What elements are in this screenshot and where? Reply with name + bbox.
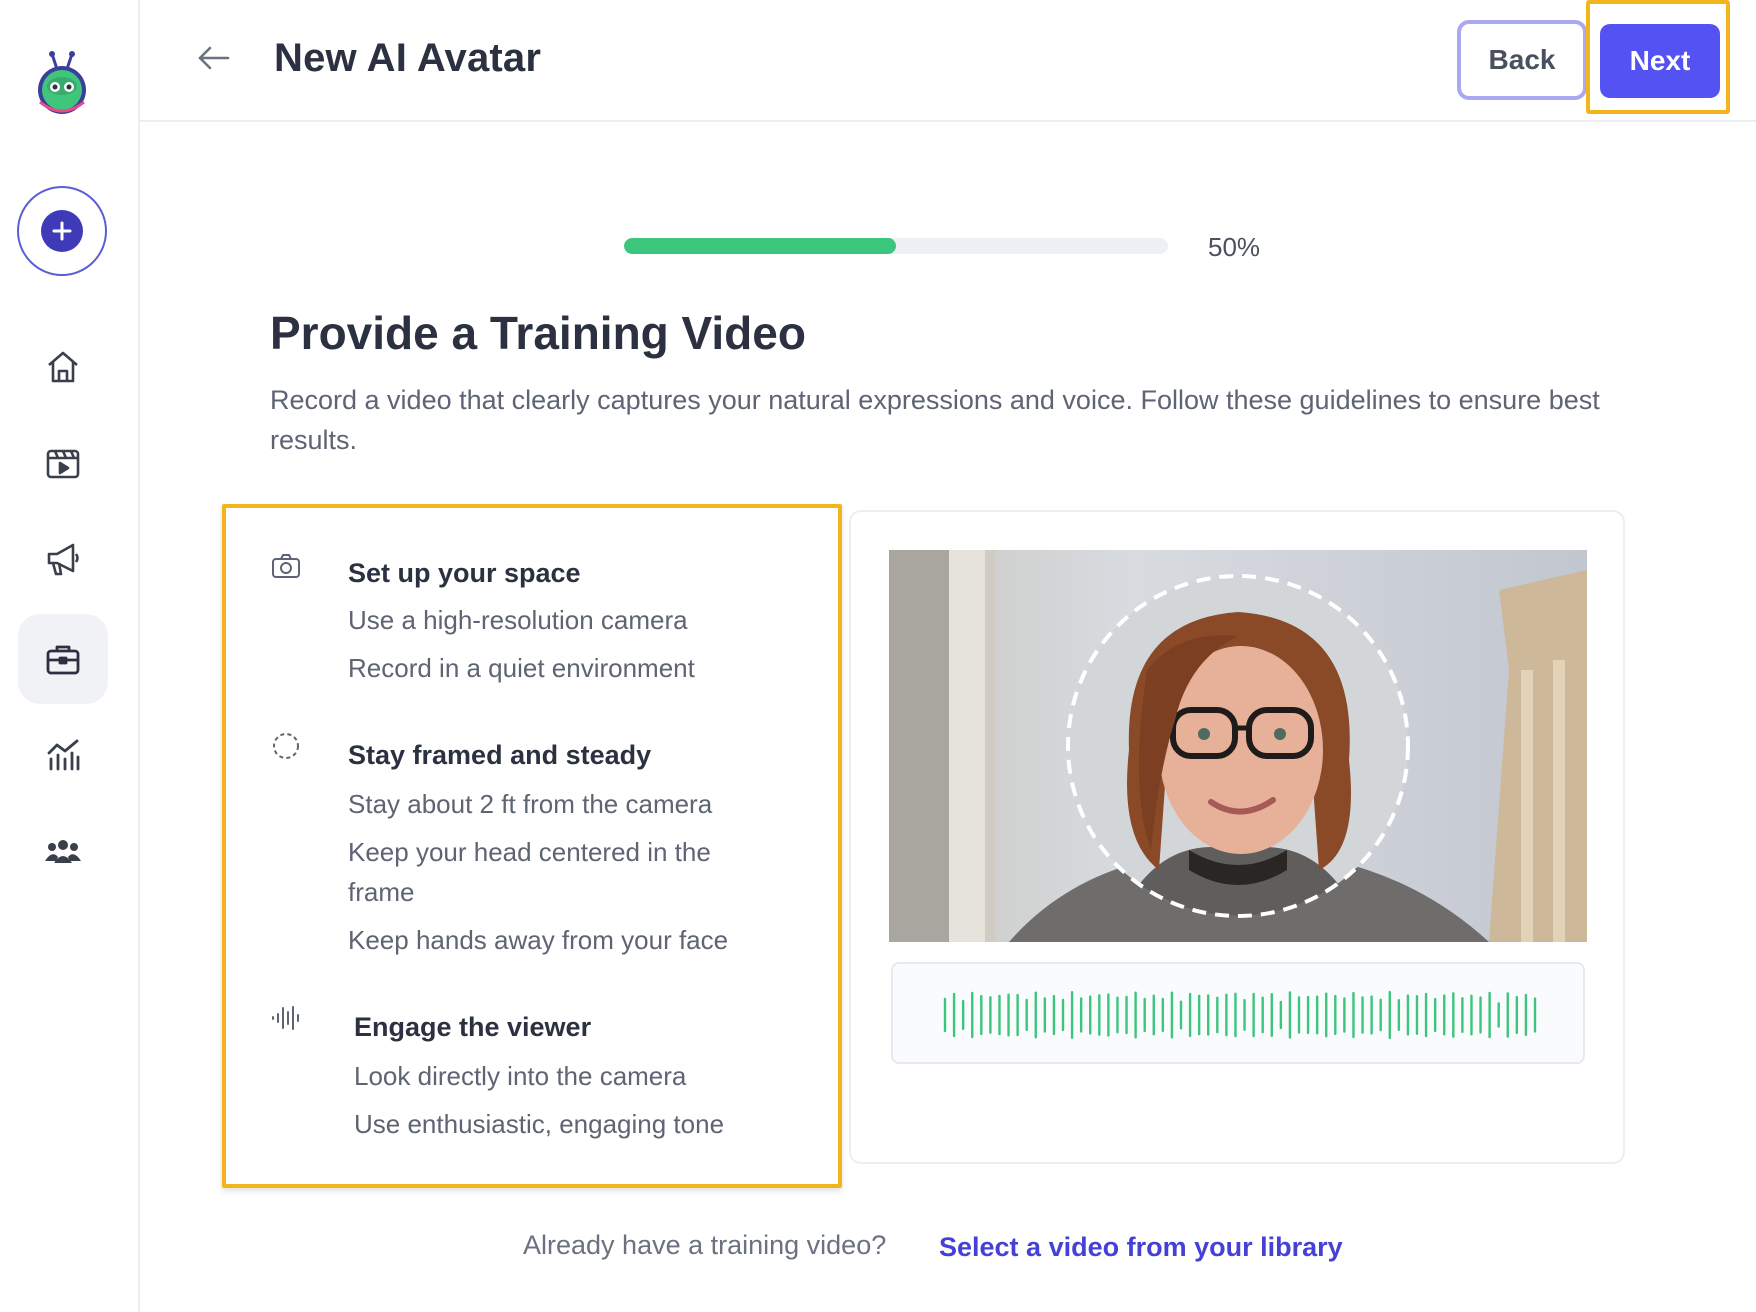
top-header: New AI Avatar Back Next	[140, 0, 1756, 122]
robot-logo-icon[interactable]	[32, 50, 92, 116]
guideline-item: Use a high-resolution camera	[348, 605, 688, 635]
section-description: Record a video that clearly captures you…	[270, 385, 1600, 455]
sidebar	[0, 0, 140, 1312]
progress-bar	[624, 238, 1168, 254]
dashed-circle-icon	[273, 733, 299, 759]
sidebar-item-home[interactable]	[18, 322, 108, 412]
guideline-item: Record in a quiet environment	[348, 653, 695, 683]
home-icon	[48, 351, 78, 383]
select-from-library-link[interactable]: Select a video from your library	[939, 1232, 1343, 1263]
chart-icon	[47, 739, 80, 771]
guideline-item: Look directly into the camera	[354, 1061, 687, 1091]
section-title: Provide a Training Video	[270, 307, 806, 359]
guideline-title: Engage the viewer	[354, 1012, 592, 1042]
guideline-title: Stay framed and steady	[348, 740, 652, 770]
audio-waveform	[891, 962, 1585, 1064]
page-title: New AI Avatar	[274, 36, 542, 80]
users-icon	[45, 840, 81, 863]
app-root: New AI Avatar Back Next 50% Provide a Tr…	[0, 0, 1756, 1312]
library-question: Already have a training video?	[523, 1230, 887, 1260]
guideline-item: Stay about 2 ft from the camera	[348, 789, 713, 819]
video-preview-panel	[849, 510, 1625, 1164]
back-arrow-icon[interactable]	[194, 38, 234, 78]
camera-feed-image	[889, 550, 1587, 942]
next-button-highlight: Next	[1586, 0, 1730, 114]
next-button[interactable]: Next	[1600, 24, 1720, 98]
sidebar-item-team[interactable]	[18, 806, 108, 896]
guidelines-panel: Set up your space Use a high-resolution …	[222, 504, 842, 1188]
briefcase-icon	[46, 645, 80, 675]
sidebar-item-campaigns[interactable]	[18, 514, 108, 604]
sidebar-item-avatars[interactable]	[18, 614, 108, 704]
guideline-item: Use enthusiastic, engaging tone	[354, 1109, 725, 1139]
sidebar-item-videos[interactable]	[18, 418, 108, 508]
back-button[interactable]: Back	[1457, 20, 1587, 100]
waveform-icon	[272, 1006, 299, 1030]
guideline-item: Keep hands away from your face	[348, 925, 729, 955]
plus-icon	[41, 210, 83, 252]
progress-fill	[624, 238, 896, 254]
camera-icon	[272, 554, 300, 578]
guideline-title: Set up your space	[348, 558, 581, 588]
waveform-bars	[943, 990, 1537, 1040]
sidebar-item-analytics[interactable]	[18, 710, 108, 800]
create-button[interactable]	[17, 186, 107, 276]
video-clapper-icon	[46, 449, 80, 479]
guideline-item: Keep your head centered in the frame	[348, 837, 711, 907]
camera-preview[interactable]	[889, 550, 1587, 942]
progress-label: 50%	[1208, 232, 1261, 262]
megaphone-icon	[47, 543, 79, 576]
